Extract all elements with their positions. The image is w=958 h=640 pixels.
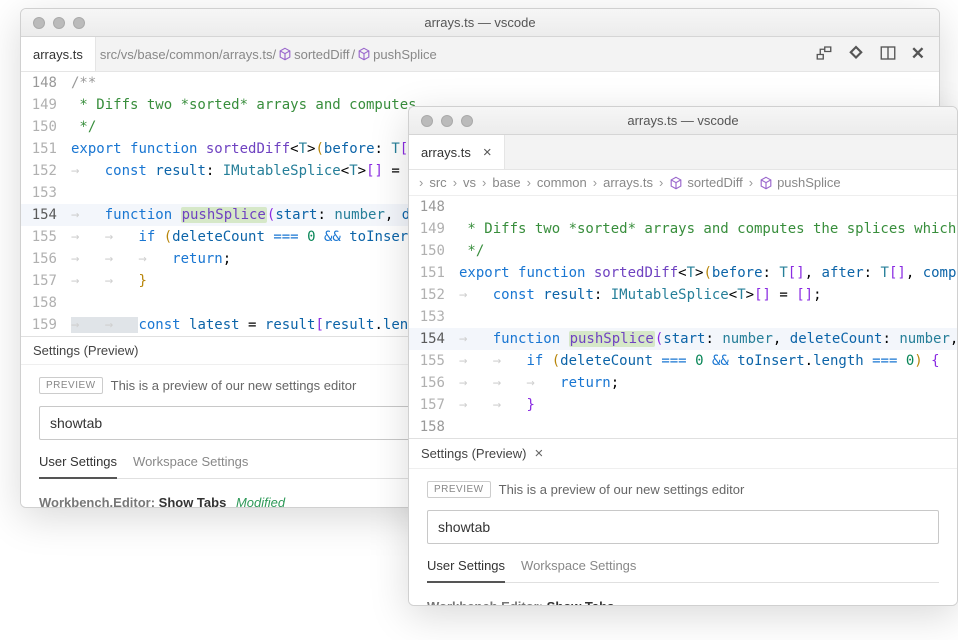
settings-panel: Settings (Preview) × PREVIEW This is a p… — [409, 438, 957, 606]
breadcrumb-segment[interactable]: arrays.ts — [603, 175, 653, 190]
minimize-dot[interactable] — [441, 115, 453, 127]
window-title: arrays.ts — vscode — [21, 15, 939, 30]
settings-title: Settings (Preview) — [33, 343, 138, 358]
line-number: 156 — [409, 372, 459, 394]
line-number: 155 — [409, 350, 459, 372]
chevron-right-icon: › — [527, 175, 531, 190]
breadcrumb-symbol[interactable]: sortedDiff — [687, 175, 742, 190]
titlebar: arrays.ts — vscode — [409, 107, 957, 135]
symbol-icon — [278, 47, 292, 61]
breadcrumb-segment[interactable]: src — [429, 175, 446, 190]
editor-toolbar: ✕ — [815, 37, 931, 71]
tab-label: arrays.ts — [33, 47, 83, 62]
breadcrumb-symbol: pushSplice — [373, 47, 437, 62]
modified-badge: Modified — [236, 495, 285, 508]
line-number: 154 — [409, 328, 459, 350]
breadcrumb-segment[interactable]: base — [492, 175, 520, 190]
setting-item: Workbench.Editor: Show Tabs Controls if … — [427, 599, 939, 606]
breadcrumb[interactable]: › src › vs › base › common › arrays.ts ›… — [409, 170, 957, 196]
settings-search-input[interactable] — [427, 510, 939, 544]
line-number: 152 — [21, 160, 71, 182]
source-control-icon[interactable] — [847, 44, 865, 65]
line-number: 151 — [21, 138, 71, 160]
breadcrumb-symbol: sortedDiff — [294, 47, 349, 62]
chevron-right-icon: › — [482, 175, 486, 190]
breadcrumb-segment[interactable]: common — [537, 175, 587, 190]
tab-user-settings[interactable]: User Settings — [427, 554, 505, 583]
settings-title: Settings (Preview) — [421, 446, 526, 461]
line-number: 152 — [409, 284, 459, 306]
tab-workspace-settings[interactable]: Workspace Settings — [521, 554, 636, 582]
setting-name: Show Tabs — [159, 495, 227, 508]
traffic-lights[interactable] — [21, 17, 85, 29]
chevron-right-icon: › — [419, 175, 423, 190]
close-dot[interactable] — [421, 115, 433, 127]
titlebar: arrays.ts — vscode — [21, 9, 939, 37]
line-number: 158 — [409, 416, 459, 438]
preview-badge: PREVIEW — [39, 377, 103, 394]
symbol-icon — [759, 176, 773, 190]
line-number: 148 — [21, 72, 71, 94]
breadcrumb-symbol[interactable]: pushSplice — [777, 175, 841, 190]
settings-tabs: User Settings Workspace Settings — [427, 554, 939, 583]
line-number: 159 — [21, 314, 71, 336]
split-editor-icon[interactable] — [879, 44, 897, 65]
zoom-dot[interactable] — [73, 17, 85, 29]
breadcrumb[interactable]: src/vs/base/common/arrays.ts/ sortedDiff… — [96, 37, 437, 71]
tab-user-settings[interactable]: User Settings — [39, 450, 117, 479]
line-number: 149 — [409, 218, 459, 240]
setting-name: Show Tabs — [547, 599, 615, 606]
chevron-right-icon: › — [749, 175, 753, 190]
minimize-dot[interactable] — [53, 17, 65, 29]
line-number: 155 — [21, 226, 71, 248]
code-editor[interactable]: 148 149 * Diffs two *sorted* arrays and … — [409, 196, 957, 438]
line-number: 149 — [21, 94, 71, 116]
symbol-icon — [357, 47, 371, 61]
zoom-dot[interactable] — [461, 115, 473, 127]
line-number: 156 — [21, 248, 71, 270]
settings-header: Settings (Preview) × — [409, 439, 957, 469]
compare-icon[interactable] — [815, 44, 833, 65]
close-dot[interactable] — [33, 17, 45, 29]
line-number: 157 — [409, 394, 459, 416]
window-title: arrays.ts — vscode — [409, 113, 957, 128]
line-number: 153 — [409, 306, 459, 328]
breadcrumb-segment[interactable]: vs — [463, 175, 476, 190]
tab-bar: arrays.ts src/vs/base/common/arrays.ts/ … — [21, 37, 939, 72]
traffic-lights[interactable] — [409, 115, 473, 127]
close-icon[interactable]: × — [483, 144, 492, 161]
editor-tab[interactable]: arrays.ts × — [409, 135, 505, 169]
breadcrumb-separator: / — [352, 47, 356, 62]
line-number: 150 — [409, 240, 459, 262]
chevron-right-icon: › — [453, 175, 457, 190]
preview-badge: PREVIEW — [427, 481, 491, 498]
chevron-right-icon: › — [659, 175, 663, 190]
vscode-window-front: arrays.ts — vscode arrays.ts × › src › v… — [408, 106, 958, 606]
preview-text: This is a preview of our new settings ed… — [499, 482, 745, 497]
symbol-icon — [669, 176, 683, 190]
tab-bar: arrays.ts × — [409, 135, 957, 170]
tab-workspace-settings[interactable]: Workspace Settings — [133, 450, 248, 478]
line-number: 154 — [21, 204, 71, 226]
line-number: 153 — [21, 182, 71, 204]
close-icon[interactable]: × — [534, 445, 543, 462]
line-number: 157 — [21, 270, 71, 292]
close-icon[interactable]: ✕ — [911, 44, 925, 64]
line-number: 150 — [21, 116, 71, 138]
preview-text: This is a preview of our new settings ed… — [111, 378, 357, 393]
editor-tab[interactable]: arrays.ts — [21, 37, 96, 71]
line-number: 148 — [409, 196, 459, 218]
chevron-right-icon: › — [593, 175, 597, 190]
breadcrumb-path: src/vs/base/common/arrays.ts/ — [100, 47, 276, 62]
setting-prefix: Workbench.Editor: — [39, 495, 159, 508]
tab-label: arrays.ts — [421, 145, 471, 160]
line-number: 151 — [409, 262, 459, 284]
line-number: 158 — [21, 292, 71, 314]
setting-prefix: Workbench.Editor: — [427, 599, 547, 606]
